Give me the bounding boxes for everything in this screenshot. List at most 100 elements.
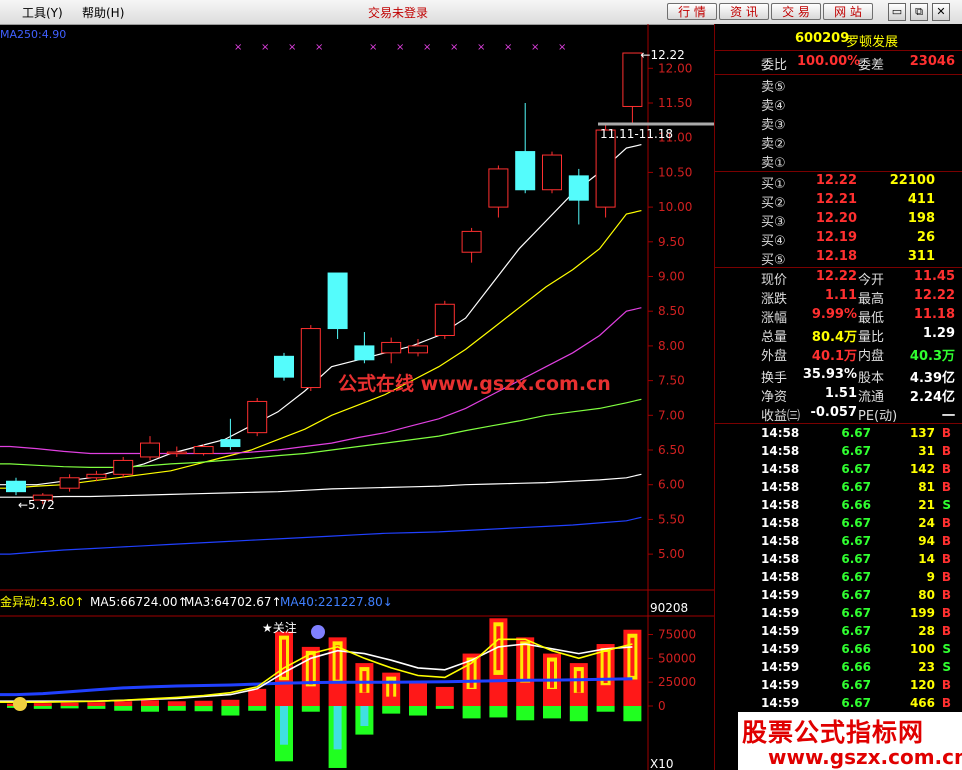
buy-level[interactable]: 买③ 12.20 198 — [715, 211, 962, 230]
volume-bar-down — [221, 706, 240, 716]
tick-direction: B — [941, 480, 951, 494]
tick-row: 14:59 6.66 100 S — [715, 642, 962, 660]
tick-price: 6.67 — [841, 678, 871, 692]
sell-level: 卖⑤ — [715, 76, 962, 95]
watermark-title: 股票公式指标网 — [742, 718, 925, 747]
y-tick-label: 8.00 — [658, 339, 685, 353]
volume-bar-down — [462, 706, 481, 719]
volume-bar-down — [543, 706, 561, 719]
candle-body — [622, 52, 643, 107]
candle-body — [354, 345, 375, 361]
quote-row: 现价 12.22 今开 11.45 — [715, 269, 962, 288]
y-tick-label: 5.00 — [658, 547, 685, 561]
sub-tick-label: 50000 — [658, 651, 696, 665]
quote-value: 11.45 — [913, 269, 955, 284]
web-button[interactable]: 网 站 — [823, 3, 873, 20]
tick-time: 14:59 — [761, 624, 800, 638]
candle-body — [274, 355, 294, 378]
tick-time: 14:59 — [761, 606, 800, 620]
candle-body — [59, 477, 80, 489]
weicha-value: 23046 — [909, 54, 955, 69]
ma-label: MA250:4.90 — [0, 28, 66, 41]
quote-value: 一 — [941, 409, 955, 424]
volume-bar-down — [87, 706, 106, 709]
quote-label: 内盘 — [858, 349, 885, 364]
menu-tools[interactable]: 工具(Y) — [22, 4, 63, 21]
weicha-label: 委差 — [858, 58, 885, 73]
volume-bar-up — [248, 688, 267, 706]
candle-body — [488, 168, 509, 208]
volume-bar-down — [141, 706, 159, 712]
quote-row: 涨跌 1.11 最高 12.22 — [715, 288, 962, 307]
tick-time: 14:58 — [761, 462, 800, 476]
trade-button[interactable]: 交 易 — [771, 3, 821, 20]
sell-level: 卖② — [715, 133, 962, 152]
quote-value: 12.22 — [815, 269, 857, 284]
candle-body — [542, 154, 562, 191]
tick-price: 6.67 — [841, 696, 871, 710]
menu-help[interactable]: 帮助(H) — [82, 4, 124, 21]
restore-icon[interactable]: ⧉ — [910, 3, 928, 21]
tick-direction: B — [941, 426, 951, 440]
volume-bar-down — [489, 706, 508, 718]
volume-bar-up — [60, 702, 79, 706]
volume-bar-up — [141, 700, 159, 706]
tick-row: 14:58 6.67 24 B — [715, 516, 962, 534]
tick-direction: B — [941, 462, 951, 476]
quote-value: 1.11 — [824, 288, 857, 303]
quote-value: 9.99% — [811, 307, 857, 322]
quote-value: 11.18 — [913, 307, 955, 322]
tick-price: 6.67 — [841, 444, 871, 458]
moving-average-line — [0, 398, 642, 468]
high-price-label: ←12.22 — [640, 48, 684, 62]
face-icon — [311, 625, 325, 639]
quote-label: 最低 — [858, 311, 885, 326]
volume-bar-down — [623, 706, 642, 722]
quote-label: 流通 — [858, 390, 885, 405]
indicator-label: MA3:64702.67↑ — [184, 595, 282, 609]
tick-volume: 23 — [918, 660, 935, 674]
quote-label: 收益㈢ — [761, 409, 801, 424]
info-button[interactable]: 资 讯 — [719, 3, 769, 20]
tick-price: 6.67 — [841, 426, 871, 440]
volume-bar-down-inner — [360, 706, 369, 727]
volume-bar-up — [87, 702, 106, 706]
sub-tick-label: 0 — [658, 699, 666, 713]
buy-level[interactable]: 买① 12.22 22100 — [715, 173, 962, 192]
indicator-label: MA5:66724.00↑ — [90, 595, 188, 609]
close-icon[interactable]: ✕ — [932, 3, 950, 21]
volume-bar-up — [114, 701, 133, 706]
quote-panel: 600209 罗顿发展 委比 100.00% 委差 23046 卖⑤ 卖④ 卖③ 卖②… — [714, 24, 962, 770]
candle-body — [247, 400, 268, 434]
volume-bar-down — [167, 706, 186, 711]
tick-direction: B — [941, 606, 951, 620]
volume-bar-down-inner — [333, 706, 342, 750]
volume-bar-down-inner — [280, 706, 288, 745]
buy-level-label: 买④ — [761, 234, 786, 249]
stock-name: 罗顿发展 — [846, 35, 899, 50]
quote-row: 外盘 40.1万 内盘 40.3万 — [715, 345, 962, 364]
kline-chart[interactable]: 12.0011.5011.0010.5010.009.509.008.508.0… — [0, 24, 714, 770]
candle-body — [327, 272, 348, 330]
y-tick-label: 9.50 — [658, 235, 685, 249]
tick-row: 14:59 6.66 23 S — [715, 660, 962, 678]
tick-volume: 21 — [918, 498, 935, 512]
signal-marker: × — [261, 42, 269, 53]
minimize-icon[interactable]: ▭ — [888, 3, 906, 21]
menu-bar: 工具(Y) 帮助(H) 交易未登录 行 情 资 讯 交 易 网 站 ▭ ⧉ ✕ — [0, 0, 962, 25]
candle-body — [381, 341, 402, 354]
quote-row: 收益㈢ -0.057 PE(动) 一 — [715, 405, 962, 424]
quote-row: 涨幅 9.99% 最低 11.18 — [715, 307, 962, 326]
quote-label: 换手 — [761, 371, 788, 386]
market-button[interactable]: 行 情 — [667, 3, 717, 20]
low-price-label: ←5.72 — [18, 498, 55, 512]
range-label: 11.11-11.18 — [600, 127, 673, 141]
tick-time: 14:58 — [761, 498, 800, 512]
buy-level[interactable]: 买④ 12.19 26 — [715, 230, 962, 249]
buy-level[interactable]: 买⑤ 12.18 311 — [715, 249, 962, 268]
sub-unit-label: X10 — [650, 757, 674, 770]
buy-level[interactable]: 买② 12.21 411 — [715, 192, 962, 211]
buy-level-volume: 411 — [907, 192, 935, 207]
quote-value: 35.93% — [802, 367, 857, 382]
candle-body — [140, 442, 160, 458]
